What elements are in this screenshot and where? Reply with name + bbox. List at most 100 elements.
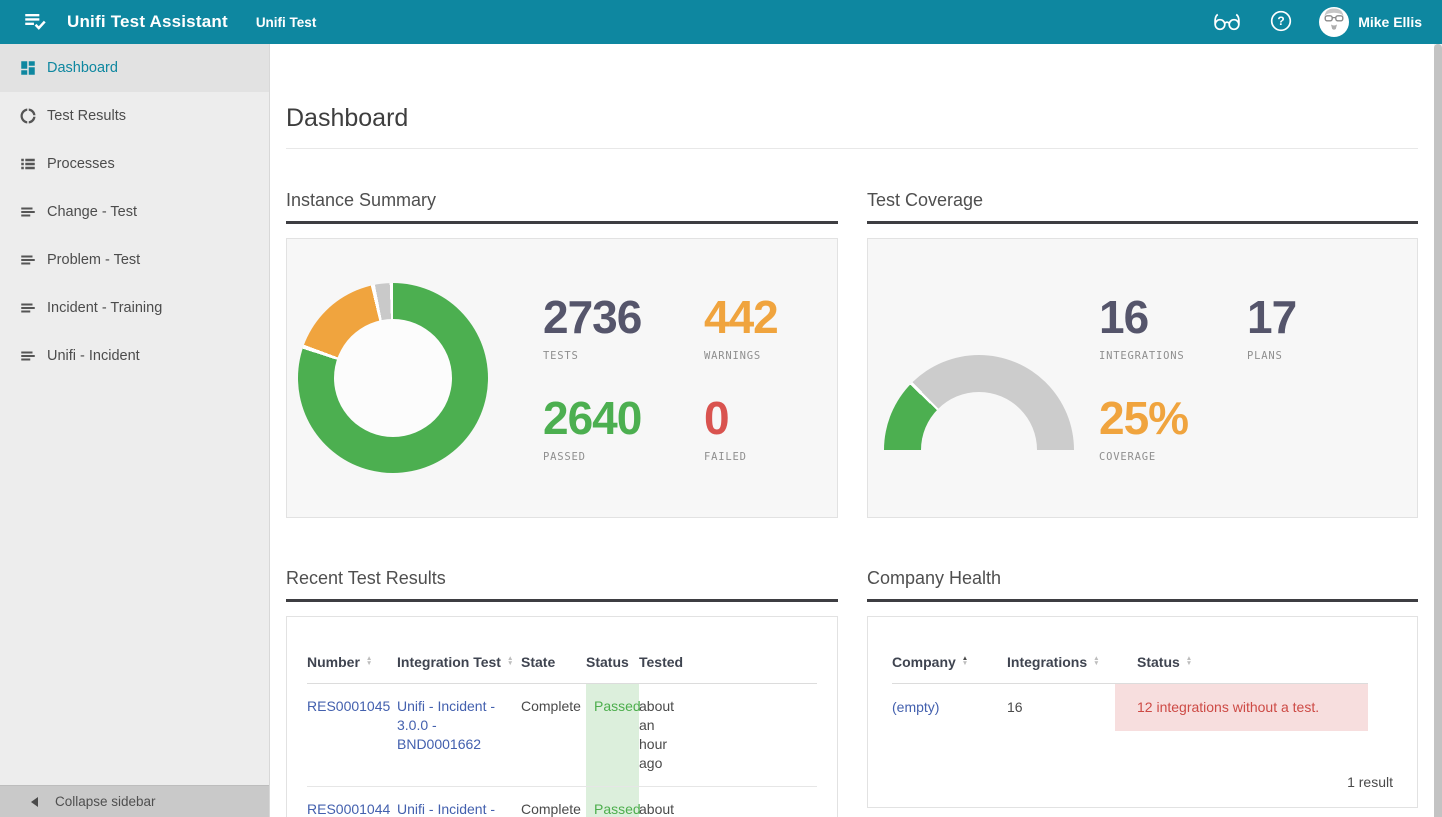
document-lines-icon xyxy=(18,202,38,222)
result-number-link[interactable]: RES0001045 xyxy=(307,698,390,714)
instance-summary-section: Instance Summary 2736 TESTS 442 WARNINGS xyxy=(286,149,838,518)
sort-asc-icon: ▲▼ xyxy=(962,656,968,667)
collapse-sidebar-button[interactable]: Collapse sidebar xyxy=(0,785,269,817)
menu-toggle-button[interactable] xyxy=(20,7,50,37)
stat-value: 17 xyxy=(1247,293,1296,341)
scrollbar-thumb[interactable] xyxy=(1434,44,1442,817)
stat-plans: 17 PLANS xyxy=(1247,293,1296,362)
test-coverage-stats: 16 INTEGRATIONS 17 PLANS 25% COVERAGE xyxy=(1099,293,1296,463)
collapse-arrow-icon xyxy=(31,797,38,807)
table-row: (empty) 16 12 integrations without a tes… xyxy=(892,684,1368,732)
column-header-integrations[interactable]: Integrations▲▼ xyxy=(1007,644,1115,684)
user-avatar[interactable] xyxy=(1319,7,1349,37)
stat-label: INTEGRATIONS xyxy=(1099,350,1247,362)
company-health-card: Company▲▼ Integrations▲▼ Status▲▼ (empty… xyxy=(867,616,1418,808)
section-title: Test Coverage xyxy=(867,188,1418,224)
status-badge: Passed xyxy=(586,787,639,817)
document-lines-icon xyxy=(18,298,38,318)
top-header: Unifi Test Assistant Unifi Test ? xyxy=(0,0,1442,44)
company-health-section: Company Health Company▲▼ Integrations▲▼ … xyxy=(867,518,1418,808)
stat-value: 442 xyxy=(704,293,778,341)
list-icon xyxy=(18,154,38,174)
sort-icon: ▲▼ xyxy=(507,656,513,667)
tested-cell: about an hour ago xyxy=(639,684,817,787)
glasses-icon xyxy=(1211,9,1243,36)
stat-label: PLANS xyxy=(1247,350,1296,362)
stat-label: WARNINGS xyxy=(704,350,778,362)
test-coverage-card: 16 INTEGRATIONS 17 PLANS 25% COVERAGE xyxy=(867,238,1418,518)
sidebar-item-label: Unifi - Incident xyxy=(47,348,140,364)
vertical-scrollbar[interactable] xyxy=(1434,44,1442,817)
column-header-state[interactable]: State xyxy=(521,644,586,684)
stat-passed: 2640 PASSED xyxy=(543,394,704,463)
company-health-table: Company▲▼ Integrations▲▼ Status▲▼ (empty… xyxy=(892,644,1368,731)
help-button[interactable]: ? xyxy=(1269,9,1293,36)
table-row: RES0001045 Unifi - Incident - 3.0.0 - BN… xyxy=(307,684,817,787)
sidebar-item-incident-training[interactable]: Incident - Training xyxy=(0,284,269,332)
stat-value: 16 xyxy=(1099,293,1247,341)
integration-test-link[interactable]: Unifi - Incident - 3.0.0 - BND0001662 xyxy=(397,698,495,752)
column-header-integration-test[interactable]: Integration Test▲▼ xyxy=(397,644,521,684)
document-lines-icon xyxy=(18,346,38,366)
integration-test-link[interactable]: Unifi - Incident - xyxy=(397,801,495,817)
user-name[interactable]: Mike Ellis xyxy=(1358,14,1422,30)
health-status-badge: 12 integrations without a test. xyxy=(1115,684,1368,732)
environment-name: Unifi Test xyxy=(256,15,317,30)
column-header-tested[interactable]: Tested xyxy=(639,644,817,684)
dashboard-icon xyxy=(18,58,38,78)
column-header-status[interactable]: Status xyxy=(586,644,639,684)
stat-label: PASSED xyxy=(543,451,704,463)
app-window: Unifi Test Assistant Unifi Test ? xyxy=(0,0,1442,817)
results-count: 1 result xyxy=(892,774,1393,790)
sidebar-item-processes[interactable]: Processes xyxy=(0,140,269,188)
recent-test-results-table: Number▲▼ Integration Test▲▼ State Status… xyxy=(307,644,817,817)
section-title: Recent Test Results xyxy=(286,566,838,602)
sidebar: Dashboard Test Results Processes xyxy=(0,44,270,817)
sort-icon: ▲▼ xyxy=(1093,656,1099,667)
test-coverage-section: Test Coverage 16 INTEGRATIONS 17 PLANS xyxy=(867,149,1418,518)
sort-icon: ▲▼ xyxy=(1186,656,1192,667)
tested-cell: about xyxy=(639,787,817,817)
stat-value: 2640 xyxy=(543,394,704,442)
table-row: RES0001044 Unifi - Incident - Complete P… xyxy=(307,787,817,817)
sidebar-item-dashboard[interactable]: Dashboard xyxy=(0,44,269,92)
document-lines-icon xyxy=(18,250,38,270)
sidebar-item-label: Processes xyxy=(47,156,115,172)
sidebar-item-unifi-incident[interactable]: Unifi - Incident xyxy=(0,332,269,380)
test-coverage-gauge-chart xyxy=(884,355,1074,450)
recent-test-results-card: Number▲▼ Integration Test▲▼ State Status… xyxy=(286,616,838,817)
sidebar-item-label: Change - Test xyxy=(47,204,137,220)
sidebar-item-change-test[interactable]: Change - Test xyxy=(0,188,269,236)
status-badge: Passed xyxy=(586,684,639,787)
stat-failed: 0 FAILED xyxy=(704,394,778,463)
page-title: Dashboard xyxy=(286,103,1418,133)
sidebar-item-label: Problem - Test xyxy=(47,252,140,268)
stat-label: COVERAGE xyxy=(1099,451,1247,463)
state-cell: Complete xyxy=(521,787,586,817)
column-header-company[interactable]: Company▲▼ xyxy=(892,644,1007,684)
stat-value: 25% xyxy=(1099,394,1247,442)
main-content: Dashboard Instance Summary 2736 TESTS xyxy=(270,44,1434,817)
stat-coverage: 25% COVERAGE xyxy=(1099,394,1247,463)
glasses-button[interactable] xyxy=(1211,9,1243,36)
donut-hole xyxy=(334,319,452,437)
sidebar-item-test-results[interactable]: Test Results xyxy=(0,92,269,140)
stat-value: 0 xyxy=(704,394,778,442)
user-face-icon xyxy=(1319,7,1349,37)
sidebar-nav: Dashboard Test Results Processes xyxy=(0,44,269,380)
instance-summary-donut-chart xyxy=(298,283,488,473)
column-header-number[interactable]: Number▲▼ xyxy=(307,644,397,684)
instance-summary-stats: 2736 TESTS 442 WARNINGS 2640 PASSED 0 xyxy=(543,293,778,463)
stat-value: 2736 xyxy=(543,293,704,341)
company-link[interactable]: (empty) xyxy=(892,699,939,715)
stat-integrations: 16 INTEGRATIONS xyxy=(1099,293,1247,362)
stat-warnings: 442 WARNINGS xyxy=(704,293,778,362)
sidebar-item-label: Incident - Training xyxy=(47,300,162,316)
collapse-label: Collapse sidebar xyxy=(55,794,156,809)
pie-chart-icon xyxy=(18,106,38,126)
state-cell: Complete xyxy=(521,684,586,787)
column-header-status[interactable]: Status▲▼ xyxy=(1115,644,1368,684)
sidebar-item-problem-test[interactable]: Problem - Test xyxy=(0,236,269,284)
result-number-link[interactable]: RES0001044 xyxy=(307,801,390,817)
app-title: Unifi Test Assistant xyxy=(67,12,228,32)
